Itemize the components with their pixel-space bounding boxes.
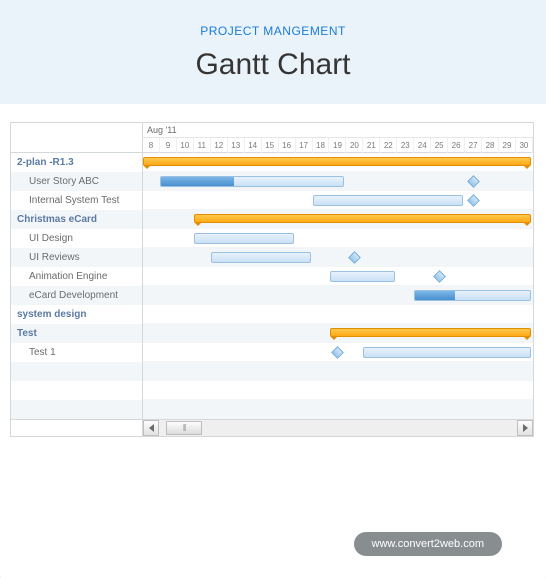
empty-row (143, 381, 533, 400)
day-tick: 21 (363, 138, 380, 153)
day-tick: 10 (177, 138, 194, 153)
gantt-body: 2-plan -R1.3, 136h Christmas eCar (143, 153, 533, 419)
gantt-container: 2-plan -R1.3User Story ABCInternal Syste… (0, 104, 546, 437)
gantt-chart: 2-plan -R1.3User Story ABCInternal Syste… (10, 122, 534, 437)
gantt-row: Christmas eCar (143, 210, 533, 229)
day-tick: 22 (380, 138, 397, 153)
gantt-row (143, 324, 533, 343)
timeline-column: Aug '11 89101112131415161718192021222324… (143, 123, 533, 419)
gantt-row (143, 172, 533, 191)
day-tick: 27 (465, 138, 482, 153)
timeline-header: Aug '11 89101112131415161718192021222324… (143, 123, 533, 153)
gantt-row (143, 343, 533, 362)
task-label[interactable]: UI Design (11, 229, 142, 248)
task-label[interactable]: Test 1 (11, 343, 142, 362)
task-bar[interactable] (330, 271, 396, 282)
gantt-row (143, 191, 533, 210)
task-label[interactable]: Animation Engine (11, 267, 142, 286)
empty-row (11, 381, 142, 400)
milestone-icon[interactable] (467, 175, 480, 188)
day-tick: 14 (245, 138, 262, 153)
day-tick: 26 (448, 138, 465, 153)
group-bar[interactable] (143, 157, 531, 166)
chevron-left-icon (149, 424, 154, 432)
empty-row (11, 400, 142, 419)
task-bar[interactable] (414, 290, 531, 301)
gantt-row (143, 305, 533, 324)
day-tick: 24 (414, 138, 431, 153)
gantt-row (143, 229, 533, 248)
group-label[interactable]: 2-plan -R1.3 (11, 153, 142, 172)
milestone-icon[interactable] (331, 346, 344, 359)
scroll-thumb[interactable]: ||| (166, 421, 202, 435)
gantt-row (143, 267, 533, 286)
scroll-track[interactable]: ||| (159, 420, 517, 436)
day-tick: 28 (482, 138, 499, 153)
group-label[interactable]: system design (11, 305, 142, 324)
day-tick: 17 (296, 138, 313, 153)
task-bar[interactable] (160, 176, 345, 187)
day-tick: 20 (346, 138, 363, 153)
gantt-row (143, 248, 533, 267)
group-bar[interactable] (330, 328, 531, 337)
group-bar[interactable] (194, 214, 531, 223)
empty-row (143, 400, 533, 419)
day-tick: 9 (160, 138, 177, 153)
day-tick: 11 (194, 138, 211, 153)
page-title: Gantt Chart (20, 48, 526, 82)
task-label[interactable]: eCard Development (11, 286, 142, 305)
day-tick: 12 (211, 138, 228, 153)
day-tick: 19 (329, 138, 346, 153)
month-label: Aug '11 (143, 123, 533, 138)
milestone-icon[interactable] (467, 194, 480, 207)
task-bar[interactable] (313, 195, 464, 206)
empty-row (11, 362, 142, 381)
progress-fill (161, 177, 234, 186)
day-scale: 8910111213141516171819202122232425262728… (143, 138, 533, 153)
task-bar[interactable] (363, 347, 531, 358)
group-label[interactable]: Christmas eCard (11, 210, 142, 229)
task-name-column: 2-plan -R1.3User Story ABCInternal Syste… (11, 123, 143, 419)
source-url-badge: www.convert2web.com (354, 532, 503, 556)
day-tick: 18 (313, 138, 330, 153)
card-header: PROJECT MANGEMENT Gantt Chart (0, 0, 546, 104)
eyebrow: PROJECT MANGEMENT (20, 24, 526, 38)
chevron-right-icon (523, 424, 528, 432)
day-tick: 16 (279, 138, 296, 153)
day-tick: 23 (397, 138, 414, 153)
task-label[interactable]: Internal System Test (11, 191, 142, 210)
milestone-icon[interactable] (433, 270, 446, 283)
task-bar[interactable] (211, 252, 311, 263)
task-label[interactable]: User Story ABC (11, 172, 142, 191)
task-bar[interactable] (194, 233, 294, 244)
day-tick: 30 (516, 138, 533, 153)
day-tick: 13 (228, 138, 245, 153)
empty-row (143, 362, 533, 381)
scroll-right-button[interactable] (517, 420, 533, 436)
group-label[interactable]: Test (11, 324, 142, 343)
day-tick: 15 (262, 138, 279, 153)
day-tick: 29 (499, 138, 516, 153)
horizontal-scrollbar[interactable]: ||| (11, 419, 533, 436)
progress-fill (415, 291, 455, 300)
scroll-left-button[interactable] (143, 420, 159, 436)
gantt-row (143, 286, 533, 305)
task-label[interactable]: UI Reviews (11, 248, 142, 267)
milestone-icon[interactable] (348, 251, 361, 264)
day-tick: 25 (431, 138, 448, 153)
gantt-row: 2-plan -R1.3, 136h (143, 153, 533, 172)
footer: www.convert2web.com (354, 534, 503, 552)
day-tick: 8 (143, 138, 160, 153)
